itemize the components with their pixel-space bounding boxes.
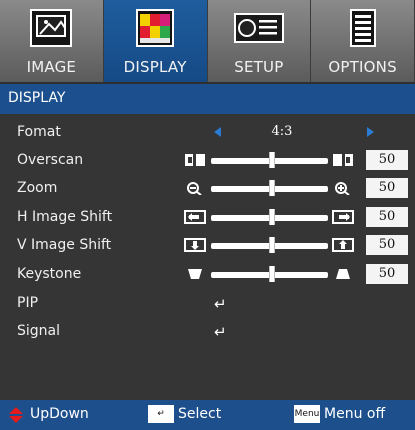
- menu-item-fomat[interactable]: Fomat 4:3: [0, 122, 415, 144]
- keystone-label: Keystone: [17, 266, 82, 282]
- updown-hint: UpDown: [30, 406, 89, 422]
- signal-label: Signal: [17, 323, 61, 339]
- menu-item-v-image-shift[interactable]: V Image Shift 50: [0, 235, 415, 257]
- tab-display[interactable]: DISPLAY: [103, 0, 208, 82]
- zoom-label: Zoom: [17, 180, 58, 196]
- menu-item-overscan[interactable]: Overscan 50: [0, 150, 415, 172]
- tab-setup[interactable]: SETUP: [207, 0, 312, 82]
- footer-hints: UpDown ↵ Select Menu Menu off: [0, 400, 415, 430]
- zoom-slider-thumb[interactable]: [269, 180, 275, 196]
- keystone-narrow-top-icon: [336, 269, 350, 279]
- osd-menu: IMAGE DISPLAY SETUP OPTIONS DISPLAY Foma…: [0, 0, 415, 430]
- tab-options[interactable]: OPTIONS: [311, 0, 415, 82]
- menu-item-pip[interactable]: PIP ↵: [0, 293, 415, 315]
- display-icon: [133, 8, 177, 52]
- updown-arrows-icon: [9, 407, 23, 423]
- menu-item-h-image-shift[interactable]: H Image Shift 50: [0, 207, 415, 229]
- tab-image[interactable]: IMAGE: [0, 0, 104, 82]
- overscan-slider-thumb[interactable]: [269, 152, 275, 168]
- zoom-value: 50: [366, 178, 408, 198]
- section-title: DISPLAY: [8, 90, 66, 106]
- zoom-in-icon: [335, 182, 350, 195]
- tab-image-label: IMAGE: [26, 58, 77, 76]
- menu-key: Menu: [294, 405, 320, 423]
- menu-item-keystone[interactable]: Keystone 50: [0, 264, 415, 286]
- select-hint: Select: [178, 406, 222, 422]
- enter-icon: ↵: [214, 323, 227, 341]
- keystone-slider-thumb[interactable]: [269, 266, 275, 282]
- section-title-bar: DISPLAY: [0, 84, 415, 114]
- projector-icon: [233, 8, 285, 52]
- tab-setup-label: SETUP: [234, 58, 284, 76]
- shift-up-icon: [332, 238, 354, 252]
- v-image-shift-label: V Image Shift: [17, 237, 112, 253]
- overscan-small-icon: [185, 154, 205, 166]
- keystone-value: 50: [366, 264, 408, 284]
- keystone-narrow-bottom-icon: [188, 269, 202, 279]
- tab-display-label: DISPLAY: [123, 58, 187, 76]
- h-image-shift-label: H Image Shift: [17, 209, 113, 225]
- fomat-label: Fomat: [17, 124, 61, 140]
- options-icon: [343, 8, 383, 52]
- enter-key-icon: ↵: [148, 405, 174, 423]
- shift-down-icon: [184, 238, 206, 252]
- h-image-shift-slider-thumb[interactable]: [269, 209, 275, 225]
- zoom-out-icon: [187, 182, 202, 195]
- overscan-large-icon: [333, 154, 353, 166]
- shift-right-icon: [332, 210, 354, 224]
- v-image-shift-value: 50: [366, 235, 408, 255]
- v-image-shift-slider-thumb[interactable]: [269, 237, 275, 253]
- shift-left-icon: [184, 210, 206, 224]
- image-icon: [29, 8, 73, 52]
- menu-item-signal[interactable]: Signal ↵: [0, 321, 415, 343]
- fomat-value: 4:3: [271, 124, 293, 139]
- arrow-left-icon[interactable]: [214, 127, 221, 137]
- menu-item-zoom[interactable]: Zoom 50: [0, 178, 415, 200]
- enter-icon: ↵: [214, 295, 227, 313]
- h-image-shift-value: 50: [366, 207, 408, 227]
- tab-bar: IMAGE DISPLAY SETUP OPTIONS: [0, 0, 415, 82]
- settings-list: Fomat 4:3 Overscan 50 Zoom 50 H Image Sh…: [0, 114, 415, 400]
- menu-off-hint: Menu off: [324, 406, 386, 422]
- arrow-right-icon[interactable]: [367, 127, 374, 137]
- overscan-value: 50: [366, 150, 408, 170]
- tab-options-label: OPTIONS: [328, 58, 397, 76]
- pip-label: PIP: [17, 295, 39, 311]
- overscan-label: Overscan: [17, 152, 84, 168]
